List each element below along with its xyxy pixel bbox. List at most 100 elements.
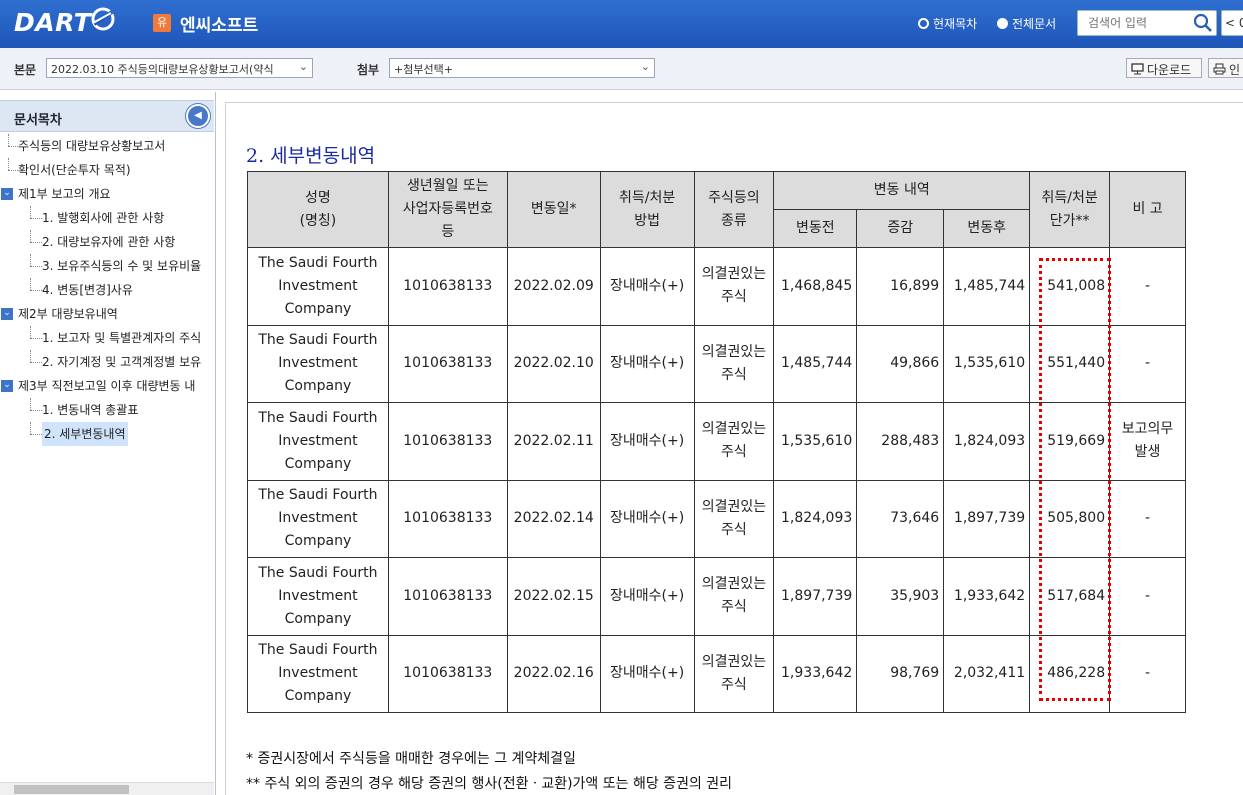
sidebar-item-label: 제2부 대량보유내역 — [18, 307, 118, 321]
radio-current-toc[interactable]: 현재목차 — [918, 15, 977, 32]
tree-connector — [30, 434, 42, 435]
sidebar-item-label: 3. 보유주식등의 수 및 보유비율 — [42, 259, 202, 273]
sidebar-item[interactable]: ⌄ 제2부 대량보유내역 — [0, 302, 215, 326]
doc-label: 본문 — [14, 63, 37, 77]
radio-all-docs[interactable]: 전체문서 — [997, 15, 1056, 32]
search-icon[interactable] — [1192, 13, 1214, 33]
dart-logo[interactable]: DART — [14, 8, 91, 37]
attach-label: 첨부 — [357, 63, 380, 77]
tree-connector — [30, 422, 31, 434]
cell-price: 486,228 — [1029, 634, 1111, 713]
cell-method: 장내매수(+) — [599, 247, 695, 326]
toc-title: 문서목차 — [14, 113, 62, 128]
cell-method: 장내매수(+) — [599, 557, 695, 636]
sidebar-item-label: 주식등의 대량보유상황보고서 — [18, 139, 166, 153]
tree-connector — [30, 218, 42, 219]
collapse-toggle-icon[interactable]: ⌄ — [1, 380, 13, 392]
tree-connector — [8, 158, 9, 170]
tree-connector — [30, 254, 31, 266]
cell-method: 장내매수(+) — [599, 402, 695, 481]
prev-doc-button[interactable]: < 0 — [1221, 10, 1243, 36]
table-body: The Saudi Fourth Investment Company 10106… — [247, 247, 1186, 713]
cell-delta: 16,899 — [856, 247, 945, 326]
cell-delta: 35,903 — [856, 557, 945, 636]
chevron-left-icon: ◀ — [194, 110, 202, 121]
collapse-toggle-icon[interactable]: ⌄ — [1, 308, 13, 320]
cell-stock-type: 의결권있는 주식 — [693, 557, 775, 636]
tree-connector — [30, 338, 42, 339]
cell-note: - — [1109, 557, 1186, 636]
sidebar-item[interactable]: 3. 보유주식등의 수 및 보유비율 — [0, 254, 215, 278]
cell-note: - — [1109, 324, 1186, 403]
chevron-down-icon: ⌄ — [640, 60, 650, 73]
col-header-stock-type: 주식등의 종류 — [693, 171, 775, 248]
cell-reg-no: 1010638133 — [387, 479, 508, 558]
search-input[interactable] — [1078, 11, 1188, 35]
change-detail-table: 성명 (명칭) 생년월일 또는 사업자등록번호 등 변동일* 취득/처분 방법 … — [247, 171, 1186, 713]
sidebar-item-label: 2. 대량보유자에 관한 사항 — [42, 235, 176, 249]
cell-delta: 98,769 — [856, 634, 945, 713]
cell-name: The Saudi Fourth Investment Company — [247, 402, 389, 481]
sidebar-item[interactable]: 2. 대량보유자에 관한 사항 — [0, 230, 215, 254]
chevron-down-icon: ⌄ — [298, 60, 308, 73]
printer-icon — [1213, 63, 1226, 75]
cell-date: 2022.02.16 — [506, 634, 601, 713]
toc-header: 문서목차 ◀ — [0, 100, 214, 132]
sidebar-item[interactable]: 1. 변동내역 총괄표 — [0, 398, 215, 422]
monitor-icon — [1131, 63, 1144, 75]
table-row: The Saudi Fourth Investment Company 10106… — [247, 557, 1186, 636]
table-row: The Saudi Fourth Investment Company 10106… — [247, 324, 1186, 403]
col-header-delta: 증감 — [856, 209, 945, 248]
collapse-toggle-icon[interactable]: ⌄ — [1, 188, 13, 200]
horizontal-scrollbar[interactable] — [0, 782, 214, 795]
tree-connector — [30, 278, 31, 290]
sidebar-item[interactable]: 1. 보고자 및 특별관계자의 주식 — [0, 326, 215, 350]
col-header-before: 변동전 — [773, 209, 858, 248]
cell-after: 1,933,642 — [943, 557, 1031, 636]
download-button[interactable]: 다운로드 — [1126, 58, 1202, 78]
col-header-change-group: 변동 내역 — [773, 171, 1031, 210]
tree-connector — [30, 290, 42, 291]
cell-price: 551,440 — [1029, 324, 1111, 403]
toc-tree: 주식등의 대량보유상황보고서확인서(단순투자 목적) ⌄ 제1부 보고의 개요 1. … — [0, 134, 215, 446]
sidebar-item[interactable]: 2. 세부변동내역 — [0, 422, 215, 446]
cell-before: 1,485,744 — [773, 324, 858, 403]
scrollbar-thumb[interactable] — [14, 785, 129, 794]
col-header-after: 변동후 — [943, 209, 1031, 248]
tree-connector — [30, 410, 42, 411]
cell-stock-type: 의결권있는 주식 — [693, 402, 775, 481]
sidebar-item-label: 1. 변동내역 총괄표 — [42, 403, 139, 417]
print-button[interactable]: 인 — [1208, 58, 1243, 78]
collapse-sidebar-button[interactable]: ◀ — [186, 104, 210, 128]
cell-delta: 288,483 — [856, 402, 945, 481]
cell-date: 2022.02.09 — [506, 247, 601, 326]
attach-select[interactable]: +첨부선택+ ⌄ — [389, 58, 655, 78]
sidebar-item[interactable]: 확인서(단순투자 목적) — [0, 158, 215, 182]
cell-method: 장내매수(+) — [599, 324, 695, 403]
doc-select[interactable]: 2022.03.10 주식등의대량보유상황보고서(약식 ⌄ — [46, 58, 313, 78]
tree-connector — [30, 230, 31, 242]
sidebar-item[interactable]: ⌄ 제3부 직전보고일 이후 대량변동 내 — [0, 374, 215, 398]
table-row: The Saudi Fourth Investment Company 10106… — [247, 247, 1186, 326]
download-label: 다운로드 — [1147, 62, 1192, 77]
dart-logo-swoosh-icon — [91, 7, 115, 31]
col-header-name: 성명 (명칭) — [247, 171, 389, 248]
cell-after: 1,485,744 — [943, 247, 1031, 326]
cell-note: - — [1109, 247, 1186, 326]
sidebar-item[interactable]: 2. 자기계정 및 고객계정별 보유 — [0, 350, 215, 374]
cell-date: 2022.02.10 — [506, 324, 601, 403]
cell-note: - — [1109, 479, 1186, 558]
tree-connector — [30, 242, 42, 243]
cell-stock-type: 의결권있는 주식 — [693, 479, 775, 558]
cell-price: 505,800 — [1029, 479, 1111, 558]
corp-type-badge: 유 — [153, 14, 171, 32]
sidebar-item[interactable]: 4. 변동[변경]사유 — [0, 278, 215, 302]
sidebar-item[interactable]: 주식등의 대량보유상황보고서 — [0, 134, 215, 158]
footnote-2: ** 주식 외의 증권의 경우 해당 증권의 행사(전환ㆍ교환)가액 또는 해당… — [246, 776, 733, 792]
sidebar-item[interactable]: ⌄ 제1부 보고의 개요 — [0, 182, 215, 206]
table-row: The Saudi Fourth Investment Company 10106… — [247, 402, 1186, 481]
radio-current-label: 현재목차 — [933, 17, 978, 31]
sidebar-item-label: 제1부 보고의 개요 — [18, 187, 111, 201]
cell-before: 1,468,845 — [773, 247, 858, 326]
sidebar-item[interactable]: 1. 발행회사에 관한 사항 — [0, 206, 215, 230]
